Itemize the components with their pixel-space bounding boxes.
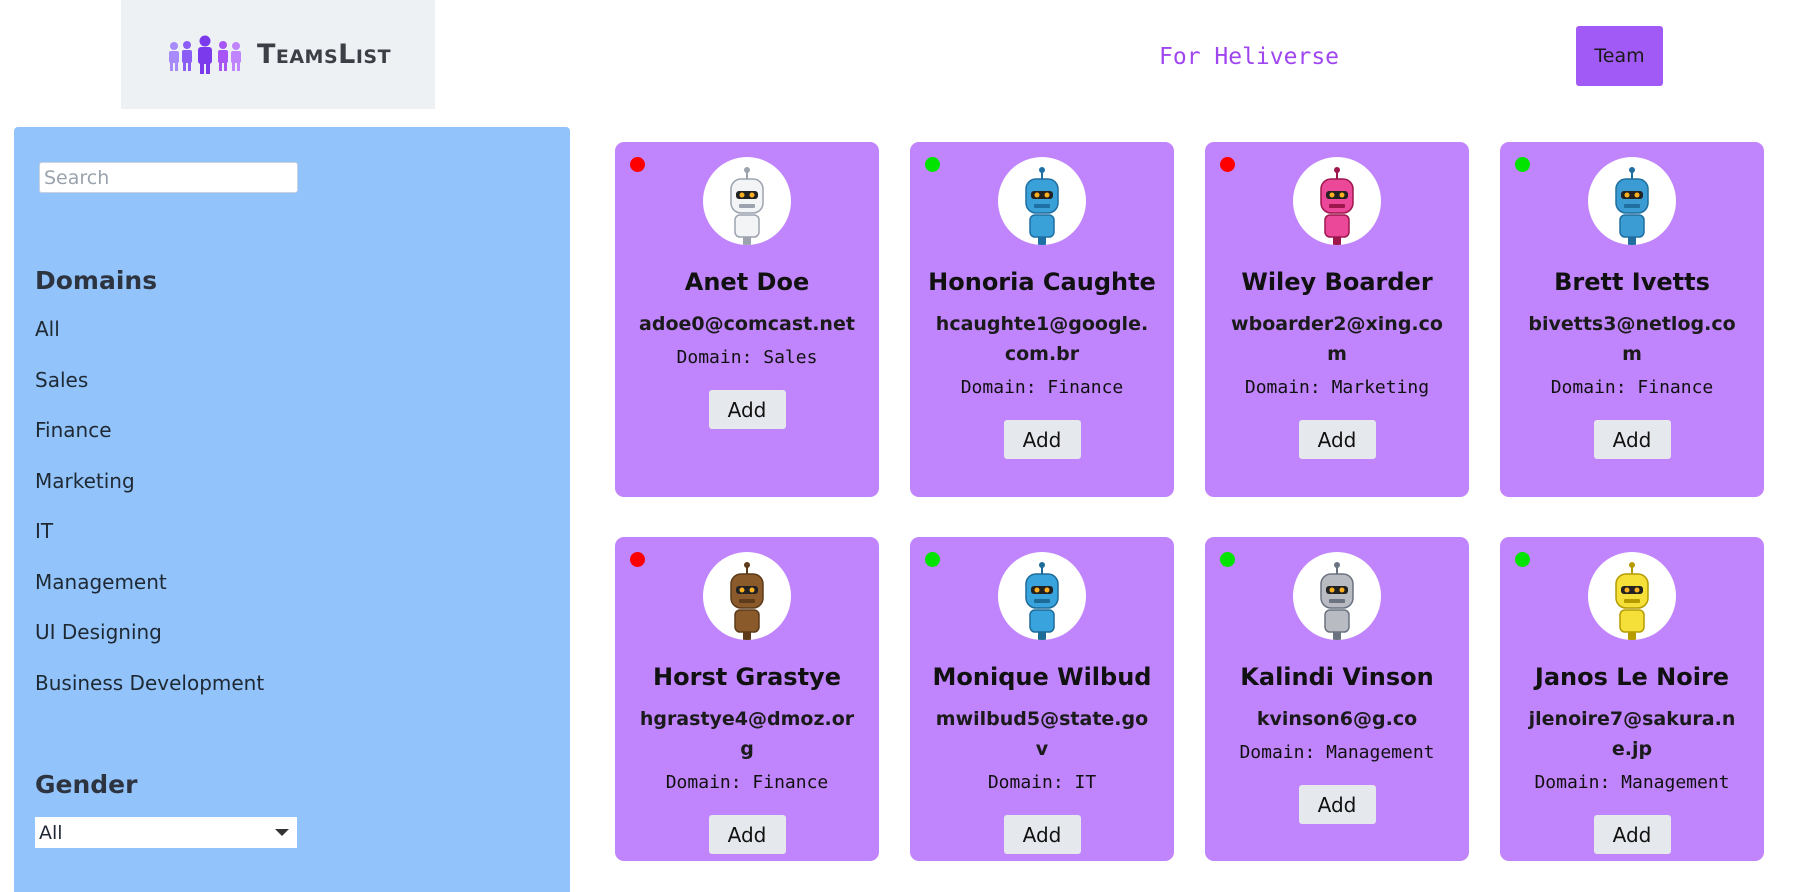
gender-select[interactable]: All xyxy=(35,817,297,848)
member-card: Honoria Caughte hcaughte1@google.com.br … xyxy=(910,142,1174,497)
member-email: kvinson6@g.co xyxy=(1256,708,1418,730)
member-domain: Domain: Sales xyxy=(676,347,818,368)
member-name: Monique Wilbud xyxy=(932,663,1152,691)
gender-heading: Gender xyxy=(35,770,138,799)
sidebar: Domains All Sales Finance Marketing IT M… xyxy=(14,127,570,892)
avatar xyxy=(703,552,791,640)
avatar xyxy=(1293,157,1381,245)
member-email: wboarder2@xing.com xyxy=(1231,313,1443,365)
member-name: Brett Ivetts xyxy=(1554,268,1710,296)
avatar xyxy=(1588,157,1676,245)
status-dot-icon xyxy=(630,157,645,172)
add-member-button[interactable]: Add xyxy=(1593,420,1671,459)
avatar xyxy=(1588,552,1676,640)
domain-item-business-development[interactable]: Business Development xyxy=(35,671,264,722)
member-name: Wiley Boarder xyxy=(1241,268,1433,296)
gender-select-value: All xyxy=(39,821,63,844)
chevron-down-icon xyxy=(275,829,289,836)
status-dot-icon xyxy=(1220,157,1235,172)
member-email: adoe0@comcast.net xyxy=(639,313,855,335)
member-domain: Domain: Marketing xyxy=(1244,377,1430,398)
add-member-button[interactable]: Add xyxy=(1003,815,1081,854)
add-member-button[interactable]: Add xyxy=(708,815,786,854)
member-email: mwilbud5@state.gov xyxy=(935,708,1149,760)
status-dot-icon xyxy=(925,552,940,567)
status-dot-icon xyxy=(925,157,940,172)
member-email: hgrastye4@dmoz.org xyxy=(639,708,855,760)
robot-avatar-icon xyxy=(1320,562,1354,640)
robot-avatar-icon xyxy=(1615,167,1649,245)
add-member-button[interactable]: Add xyxy=(1003,420,1081,459)
domain-item-marketing[interactable]: Marketing xyxy=(35,469,264,520)
member-name: Horst Grastye xyxy=(653,663,841,691)
avatar xyxy=(703,157,791,245)
status-dot-icon xyxy=(630,552,645,567)
member-domain: Domain: Finance xyxy=(665,772,829,793)
member-card: Brett Ivetts bivetts3@netlog.com Domain:… xyxy=(1500,142,1764,497)
domain-item-management[interactable]: Management xyxy=(35,570,264,621)
domain-item-finance[interactable]: Finance xyxy=(35,418,264,469)
add-member-button[interactable]: Add xyxy=(1298,785,1376,824)
avatar xyxy=(998,157,1086,245)
robot-avatar-icon xyxy=(1025,167,1059,245)
domains-heading: Domains xyxy=(35,266,158,295)
robot-avatar-icon xyxy=(1025,562,1059,640)
member-card: Kalindi Vinson kvinson6@g.co Domain: Man… xyxy=(1205,537,1469,861)
add-member-button[interactable]: Add xyxy=(1298,420,1376,459)
robot-avatar-icon xyxy=(730,562,764,640)
team-people-icon xyxy=(165,35,249,75)
avatar xyxy=(1293,552,1381,640)
member-email: jlenoire7@sakura.ne.jp xyxy=(1528,708,1736,760)
member-domain: Domain: Management xyxy=(1239,742,1435,763)
add-member-button[interactable]: Add xyxy=(1593,815,1671,854)
status-dot-icon xyxy=(1220,552,1235,567)
domain-item-it[interactable]: IT xyxy=(35,519,264,570)
avatar xyxy=(998,552,1086,640)
member-card: Wiley Boarder wboarder2@xing.com Domain:… xyxy=(1205,142,1469,497)
robot-avatar-icon xyxy=(1320,167,1354,245)
robot-avatar-icon xyxy=(730,167,764,245)
member-card: Anet Doe adoe0@comcast.net Domain: Sales… xyxy=(615,142,879,497)
brand-name: TeamsList xyxy=(256,39,392,70)
member-name: Anet Doe xyxy=(684,268,810,296)
member-domain: Domain: Finance xyxy=(960,377,1124,398)
member-name: Janos Le Noire xyxy=(1534,663,1730,691)
domain-filter-list: All Sales Finance Marketing IT Managemen… xyxy=(35,317,264,721)
member-email: hcaughte1@google.com.br xyxy=(935,313,1149,365)
team-button[interactable]: Team xyxy=(1576,26,1663,86)
member-domain: Domain: Finance xyxy=(1550,377,1714,398)
domain-item-all[interactable]: All xyxy=(35,317,264,368)
status-dot-icon xyxy=(1515,552,1530,567)
status-dot-icon xyxy=(1515,157,1530,172)
add-member-button[interactable]: Add xyxy=(708,390,786,429)
member-card: Janos Le Noire jlenoire7@sakura.ne.jp Do… xyxy=(1500,537,1764,861)
member-email: bivetts3@netlog.com xyxy=(1528,313,1736,365)
member-card: Horst Grastye hgrastye4@dmoz.org Domain:… xyxy=(615,537,879,861)
tagline: For Heliverse xyxy=(1159,44,1340,70)
robot-avatar-icon xyxy=(1615,562,1649,640)
search-input[interactable] xyxy=(39,162,298,193)
member-card: Monique Wilbud mwilbud5@state.gov Domain… xyxy=(910,537,1174,861)
member-name: Honoria Caughte xyxy=(928,268,1156,296)
member-name: Kalindi Vinson xyxy=(1240,663,1434,691)
member-domain: Domain: IT xyxy=(987,772,1097,793)
domain-item-ui-designing[interactable]: UI Designing xyxy=(35,620,264,671)
member-domain: Domain: Management xyxy=(1534,772,1730,793)
logo[interactable]: TeamsList xyxy=(121,0,435,109)
domain-item-sales[interactable]: Sales xyxy=(35,368,264,419)
